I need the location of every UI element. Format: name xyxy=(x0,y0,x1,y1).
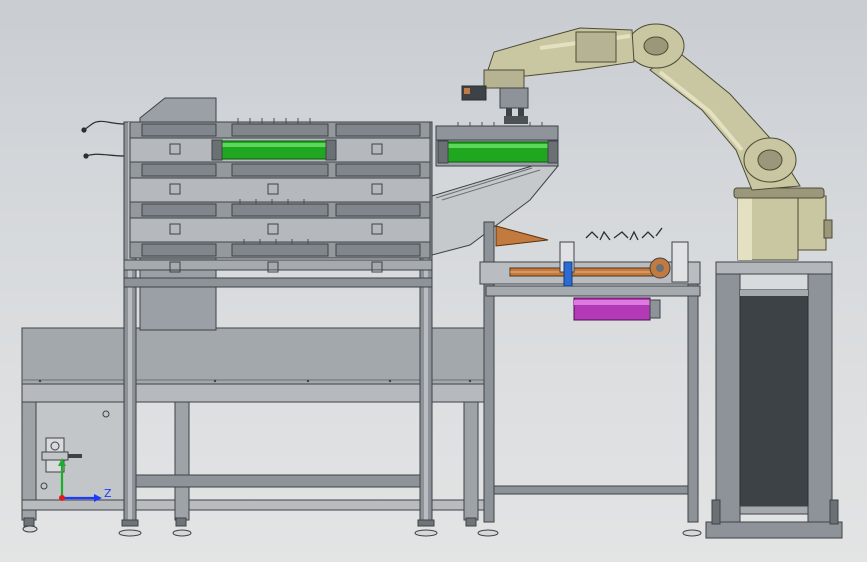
rack-layer-2 xyxy=(129,161,431,203)
discharge-chute xyxy=(431,165,560,256)
transfer-conveyor xyxy=(435,122,559,167)
base-conveyor-table xyxy=(21,327,485,527)
robot-pedestal xyxy=(705,261,843,539)
indexing-table xyxy=(477,221,702,537)
assembly-drawing: Z xyxy=(21,23,843,539)
cad-viewport[interactable]: Z xyxy=(0,0,867,562)
cable-harness xyxy=(81,120,125,159)
axis-z-label: Z xyxy=(104,487,112,500)
green-roller-1 xyxy=(211,139,337,161)
rack-layer-3 xyxy=(129,199,431,243)
